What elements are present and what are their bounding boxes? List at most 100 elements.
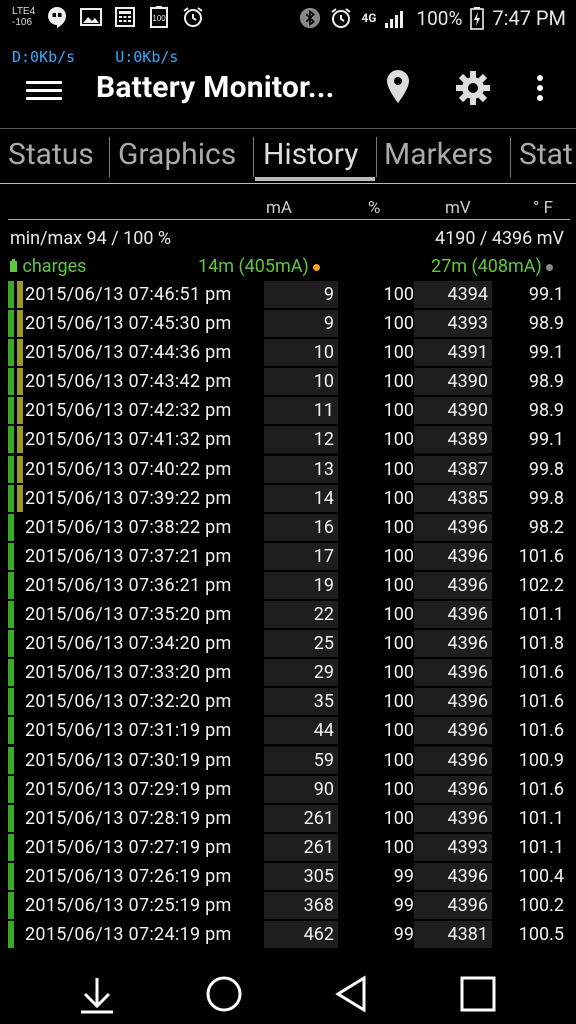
row-percent: 100 <box>383 604 414 626</box>
secondary-status-bar <box>17 368 23 396</box>
row-percent: 99 <box>393 924 414 946</box>
battery-percent: 100% <box>416 6 463 30</box>
table-row[interactable]: 2015/06/13 07:44:36 pm 10 100 4391 99.1 <box>8 339 576 368</box>
table-row[interactable]: 2015/06/13 07:26:19 pm 305 99 4396 100.4 <box>8 862 576 892</box>
history-table[interactable]: 2015/06/13 07:46:51 pm 9 100 4394 99.1 2015/0… <box>8 281 576 950</box>
table-row[interactable]: 2015/06/13 07:36:21 pm 19 100 4396 102.2 <box>8 571 576 601</box>
gear-icon[interactable] <box>453 66 493 110</box>
row-voltage-mv: 4396 <box>414 630 492 658</box>
table-row[interactable]: 2015/06/13 07:32:20 pm 35 100 4396 101.6 <box>8 688 576 717</box>
table-row[interactable]: 2015/06/13 07:24:19 pm 462 99 4381 100.5 <box>8 921 576 950</box>
charge-status-bar <box>8 310 14 338</box>
status-bar-right: 4G 100% 7:47 PM <box>299 6 566 30</box>
orange-dot-icon <box>312 263 320 271</box>
row-voltage-mv: 4396 <box>414 688 492 716</box>
back-icon[interactable] <box>330 972 374 1016</box>
table-row[interactable]: 2015/06/13 07:29:19 pm 90 100 4396 101.6 <box>8 775 576 805</box>
row-temperature: 100.2 <box>518 894 564 916</box>
app-title: Battery Monitor... <box>96 70 335 105</box>
table-row[interactable]: 2015/06/13 07:27:19 pm 261 100 4393 101.1 <box>8 833 576 863</box>
table-row[interactable]: 2015/06/13 07:45:30 pm 9 100 4393 98.9 <box>8 310 576 339</box>
charges-mid-text: 14m (405mA) <box>198 256 309 277</box>
table-row[interactable]: 2015/06/13 07:40:22 pm 13 100 4387 99.8 <box>8 455 576 485</box>
table-row[interactable]: 2015/06/13 07:31:19 pm 44 100 4396 101.6 <box>8 717 576 746</box>
calculator-icon <box>115 7 136 27</box>
table-row[interactable]: 2015/06/13 07:42:32 pm 11 100 4390 98.9 <box>8 397 576 426</box>
table-row[interactable]: 2015/06/13 07:41:32 pm 12 100 4389 99.1 <box>8 426 576 455</box>
row-temperature: 101.6 <box>518 691 564 713</box>
table-row[interactable]: 2015/06/13 07:30:19 pm 59 100 4396 100.9 <box>8 746 576 776</box>
row-temperature: 99.8 <box>528 487 564 509</box>
row-voltage-mv: 4396 <box>414 601 492 629</box>
row-voltage-mv: 4396 <box>414 513 492 541</box>
charge-status-bar <box>8 717 14 745</box>
row-date: 2015/06/13 07:40:22 pm <box>25 458 232 480</box>
lte-icon: 4G <box>361 11 377 25</box>
tab-divider <box>376 137 377 177</box>
row-date: 2015/06/13 07:31:19 pm <box>25 720 232 742</box>
table-row[interactable]: 2015/06/13 07:34:20 pm 25 100 4396 101.8 <box>8 630 576 659</box>
row-current-ma: 12 <box>264 426 338 454</box>
row-percent: 99 <box>393 894 414 916</box>
row-voltage-mv: 4393 <box>414 833 492 861</box>
charge-status-bar <box>8 688 14 716</box>
tab-graphics[interactable]: Graphics <box>118 137 236 172</box>
home-icon[interactable] <box>202 972 246 1016</box>
svg-text:100: 100 <box>152 14 166 23</box>
row-percent: 100 <box>383 429 414 451</box>
row-voltage-mv: 4387 <box>414 455 492 483</box>
header-divider <box>8 219 570 220</box>
secondary-status-bar <box>17 426 23 454</box>
row-percent: 100 <box>383 284 414 305</box>
row-temperature: 99.1 <box>528 284 564 305</box>
table-row[interactable]: 2015/06/13 07:28:19 pm 261 100 4396 101.1 <box>8 804 576 834</box>
row-temperature: 101.1 <box>518 604 564 626</box>
row-current-ma: 14 <box>264 484 338 512</box>
row-date: 2015/06/13 07:32:20 pm <box>25 691 232 713</box>
tab-markers[interactable]: Markers <box>384 137 493 172</box>
row-date: 2015/06/13 07:45:30 pm <box>25 313 232 335</box>
charges-right-text: 27m (408mA) <box>431 256 542 277</box>
row-voltage-mv: 4396 <box>414 804 492 832</box>
table-row[interactable]: 2015/06/13 07:38:22 pm 16 100 4396 98.2 <box>8 513 576 543</box>
column-header-temp: ° F <box>533 198 553 218</box>
row-current-ma: 19 <box>264 571 338 599</box>
charge-status-bar <box>8 339 14 367</box>
table-row[interactable]: 2015/06/13 07:37:21 pm 17 100 4396 101.6 <box>8 542 576 572</box>
row-temperature: 101.6 <box>518 662 564 684</box>
row-current-ma: 44 <box>264 717 338 745</box>
row-temperature: 101.6 <box>518 778 564 800</box>
tab-status[interactable]: Status <box>8 137 94 172</box>
row-date: 2015/06/13 07:39:22 pm <box>25 487 232 509</box>
row-current-ma: 11 <box>264 397 338 425</box>
tab-stats[interactable]: Stat <box>519 137 573 172</box>
row-percent: 100 <box>383 545 414 567</box>
table-row[interactable]: 2015/06/13 07:43:42 pm 10 100 4390 98.9 <box>8 368 576 397</box>
charge-status-bar <box>8 804 14 832</box>
row-voltage-mv: 4385 <box>414 484 492 512</box>
table-row[interactable]: 2015/06/13 07:46:51 pm 9 100 4394 99.1 <box>8 281 576 310</box>
table-row[interactable]: 2015/06/13 07:35:20 pm 22 100 4396 101.1 <box>8 601 576 630</box>
overflow-menu-icon[interactable] <box>520 66 560 110</box>
table-row[interactable]: 2015/06/13 07:39:22 pm 14 100 4385 99.8 <box>8 484 576 514</box>
hamburger-menu-icon[interactable] <box>26 76 62 108</box>
row-percent: 100 <box>383 836 414 858</box>
table-row[interactable]: 2015/06/13 07:25:19 pm 368 99 4396 100.2 <box>8 891 576 921</box>
row-temperature: 101.6 <box>518 545 564 567</box>
download-icon[interactable] <box>75 972 119 1016</box>
row-current-ma: 25 <box>264 630 338 658</box>
charge-status-bar <box>8 513 14 541</box>
charge-status-bar <box>8 426 14 454</box>
row-temperature: 102.2 <box>518 574 564 596</box>
location-marker-icon[interactable] <box>378 66 418 110</box>
table-row[interactable]: 2015/06/13 07:33:20 pm 29 100 4396 101.6 <box>8 659 576 688</box>
app-bar: Battery Monitor... <box>0 62 576 126</box>
tab-history[interactable]: History <box>263 137 358 172</box>
tab-divider <box>510 137 511 177</box>
row-temperature: 100.4 <box>518 865 564 887</box>
recents-icon[interactable] <box>456 972 500 1016</box>
column-header-mv: mV <box>445 198 471 218</box>
row-temperature: 101.8 <box>518 633 564 655</box>
row-percent: 100 <box>383 342 414 364</box>
tab-divider <box>109 137 110 177</box>
